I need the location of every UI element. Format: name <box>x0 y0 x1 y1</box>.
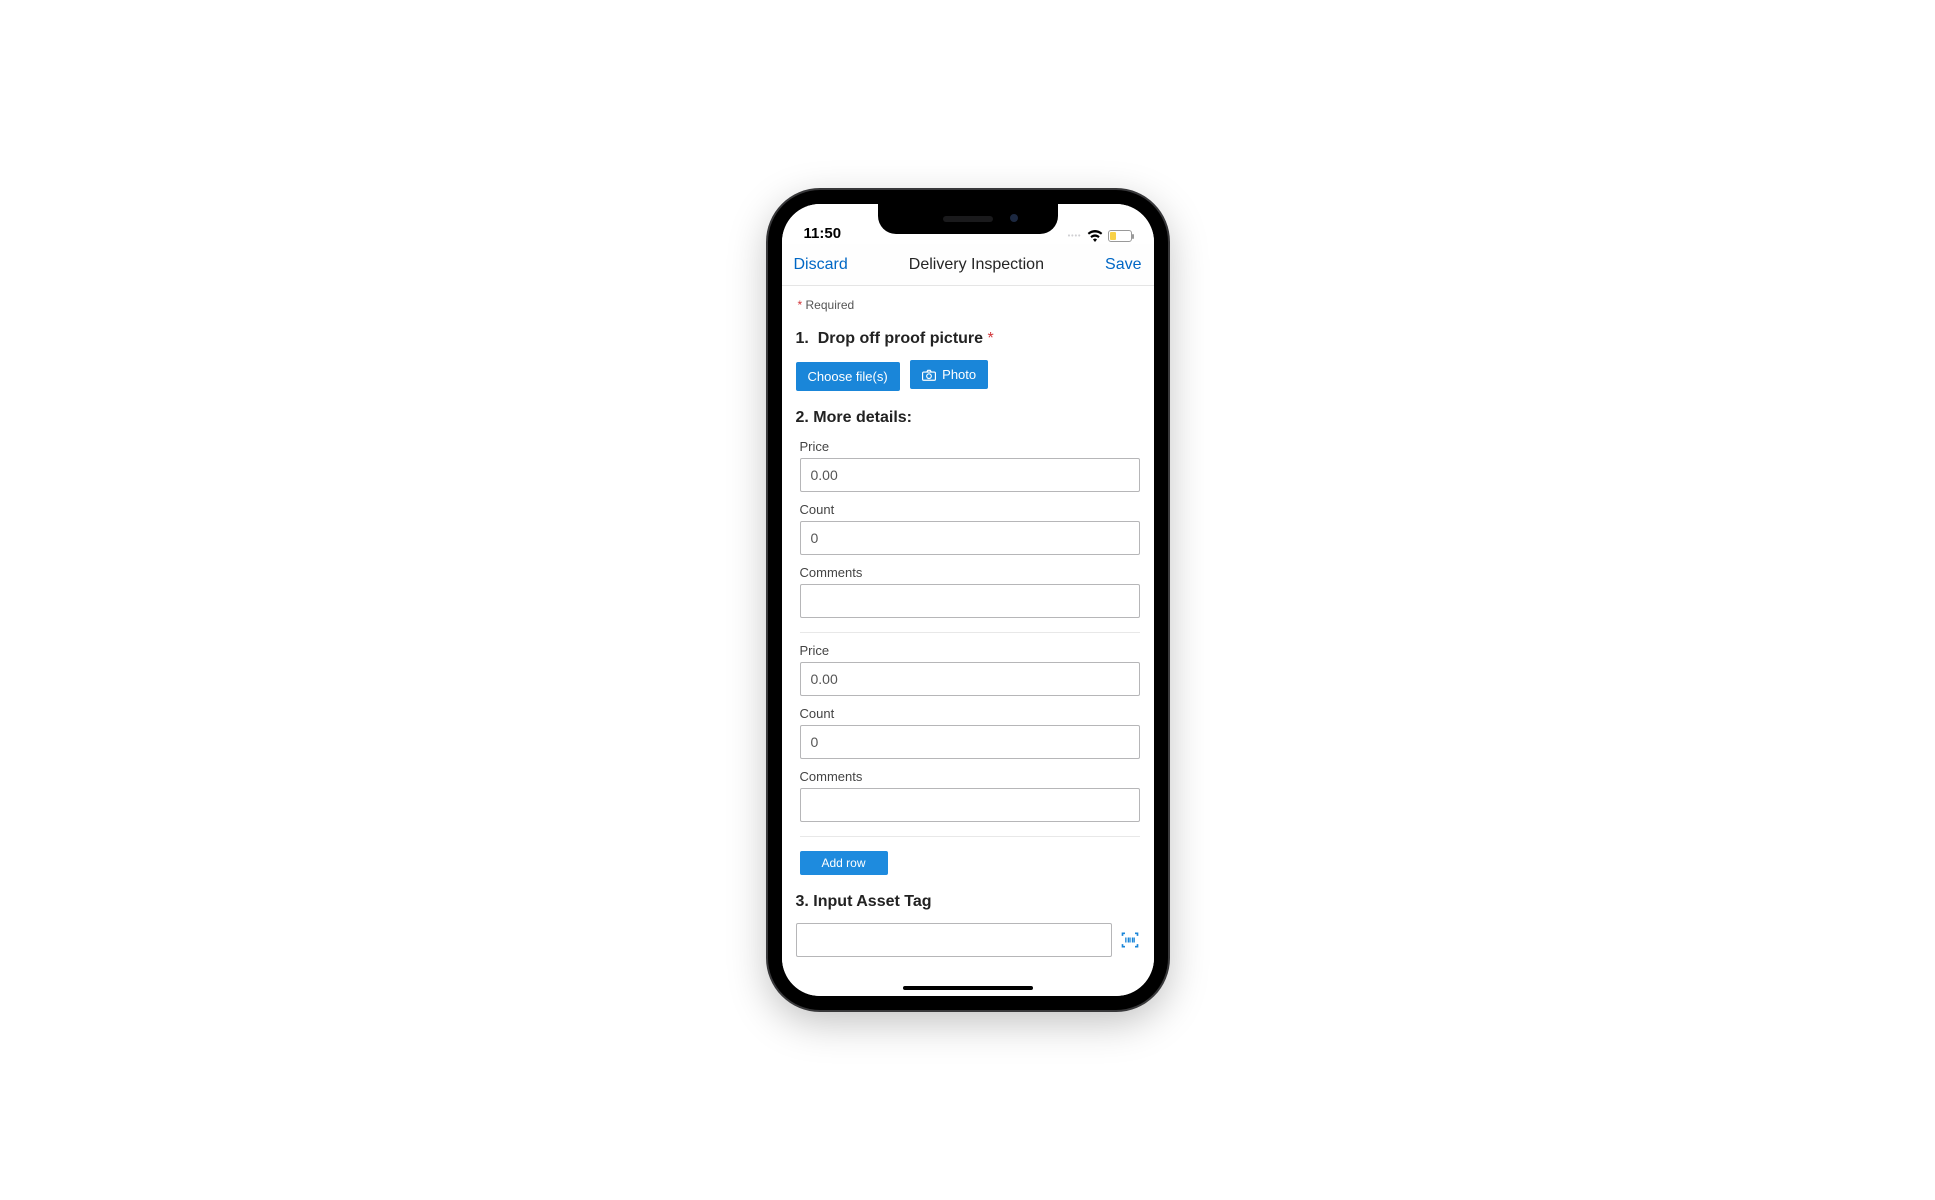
required-label: Required <box>806 298 855 312</box>
phone-notch <box>878 204 1058 234</box>
count-input[interactable] <box>800 725 1140 759</box>
asset-tag-input[interactable] <box>796 923 1112 957</box>
choose-files-label: Choose file(s) <box>808 369 888 384</box>
count-label: Count <box>800 706 1140 721</box>
q2-text: More details: <box>813 409 912 426</box>
phone-screen: 11:50 •••• Discard Delivery Inspection S… <box>782 204 1154 996</box>
q2-group: Price Count Comments Price Count Comment… <box>796 439 1140 875</box>
q3-number: 3. <box>796 893 809 910</box>
required-note: * Required <box>798 298 1140 312</box>
save-button[interactable]: Save <box>1105 256 1141 274</box>
wifi-icon <box>1087 230 1103 242</box>
price-input[interactable] <box>800 458 1140 492</box>
cellular-dots-icon: •••• <box>1068 233 1082 240</box>
status-right: •••• <box>1068 230 1132 242</box>
discard-button[interactable]: Discard <box>794 256 848 274</box>
count-label: Count <box>800 502 1140 517</box>
home-indicator[interactable] <box>903 986 1033 990</box>
form-content[interactable]: * Required 1. Drop off proof picture * C… <box>782 286 1154 996</box>
camera-icon <box>922 369 936 381</box>
status-time: 11:50 <box>804 225 842 242</box>
barcode-scan-icon[interactable] <box>1120 930 1140 950</box>
phone-frame: 11:50 •••• Discard Delivery Inspection S… <box>768 190 1168 1010</box>
price-label: Price <box>800 643 1140 658</box>
question-3-title: 3. Input Asset Tag <box>796 893 1140 911</box>
price-label: Price <box>800 439 1140 454</box>
q3-row <box>796 923 1140 957</box>
choose-files-button[interactable]: Choose file(s) <box>796 362 900 391</box>
comments-input[interactable] <box>800 788 1140 822</box>
q3-text: Input Asset Tag <box>813 893 931 910</box>
question-2-title: 2. More details: <box>796 409 1140 427</box>
count-input[interactable] <box>800 521 1140 555</box>
photo-button[interactable]: Photo <box>910 360 988 389</box>
detail-row: Price Count Comments <box>800 643 1140 837</box>
add-row-button[interactable]: Add row <box>800 851 888 875</box>
q1-text: Drop off proof picture <box>818 330 983 347</box>
price-input[interactable] <box>800 662 1140 696</box>
battery-icon <box>1108 230 1132 242</box>
q2-number: 2. <box>796 409 809 426</box>
detail-row: Price Count Comments <box>800 439 1140 633</box>
q1-number: 1. <box>796 330 809 347</box>
photo-label: Photo <box>942 367 976 382</box>
comments-input[interactable] <box>800 584 1140 618</box>
required-asterisk: * <box>988 330 994 347</box>
question-1-title: 1. Drop off proof picture * <box>796 330 1140 348</box>
page-title: Delivery Inspection <box>909 256 1044 274</box>
nav-bar: Discard Delivery Inspection Save <box>782 244 1154 286</box>
comments-label: Comments <box>800 565 1140 580</box>
comments-label: Comments <box>800 769 1140 784</box>
